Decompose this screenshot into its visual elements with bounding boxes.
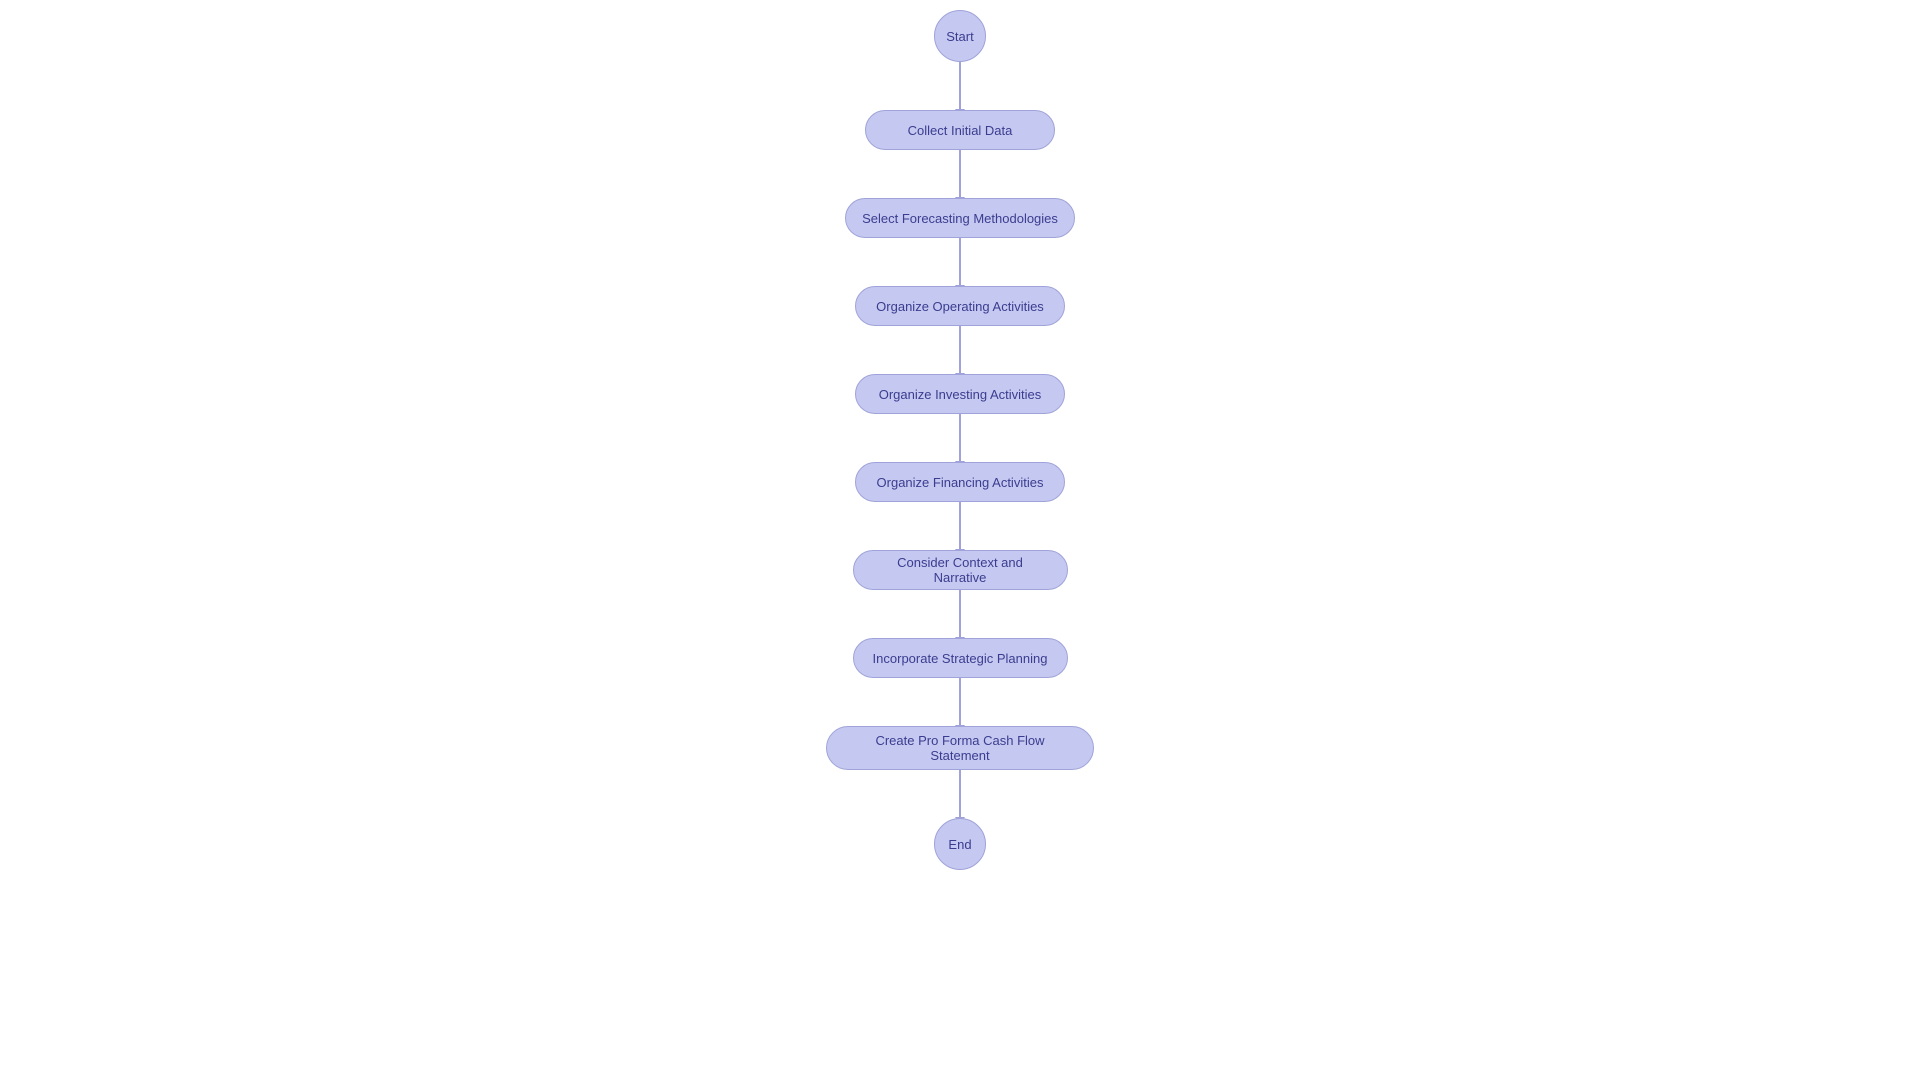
node-start-label: Start [946,29,973,44]
flowchart: Start Collect Initial Data Select Foreca… [826,0,1094,870]
node-consider-context: Consider Context and Narrative [853,550,1068,590]
node-select-forecasting: Select Forecasting Methodologies [845,198,1075,238]
node-select-label: Select Forecasting Methodologies [862,211,1058,226]
connector-4 [959,414,961,462]
node-create-pro-forma: Create Pro Forma Cash Flow Statement [826,726,1094,770]
connector-2 [959,238,961,286]
node-investing-label: Organize Investing Activities [879,387,1042,402]
node-start: Start [934,10,986,62]
connector-6 [959,590,961,638]
node-incorporate-strategic: Incorporate Strategic Planning [853,638,1068,678]
node-context-label: Consider Context and Narrative [870,555,1051,585]
node-operating-label: Organize Operating Activities [876,299,1044,314]
connector-5 [959,502,961,550]
node-collect-initial-data: Collect Initial Data [865,110,1055,150]
connector-8 [959,770,961,818]
connector-7 [959,678,961,726]
node-organize-financing: Organize Financing Activities [855,462,1065,502]
connector-1 [959,150,961,198]
node-collect-label: Collect Initial Data [908,123,1013,138]
node-financing-label: Organize Financing Activities [877,475,1044,490]
node-end: End [934,818,986,870]
connector-0 [959,62,961,110]
node-organize-operating: Organize Operating Activities [855,286,1065,326]
node-strategic-label: Incorporate Strategic Planning [873,651,1048,666]
connector-3 [959,326,961,374]
node-end-label: End [948,837,971,852]
node-proforma-label: Create Pro Forma Cash Flow Statement [845,733,1075,763]
node-organize-investing: Organize Investing Activities [855,374,1065,414]
